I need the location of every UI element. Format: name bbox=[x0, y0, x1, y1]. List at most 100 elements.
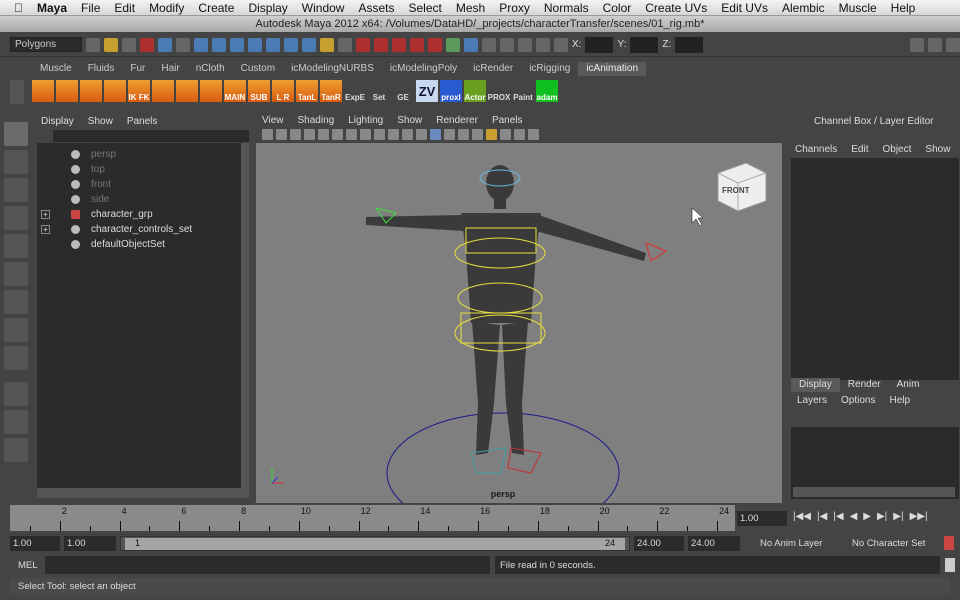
outliner-item-front[interactable]: front bbox=[37, 177, 241, 192]
expand-icon[interactable]: + bbox=[41, 225, 50, 234]
y-field[interactable] bbox=[630, 36, 659, 53]
field-chart-icon[interactable] bbox=[374, 129, 385, 140]
manipulator-tool-icon[interactable] bbox=[4, 290, 28, 314]
shelf-tab-icrender[interactable]: icRender bbox=[465, 62, 521, 76]
z-field[interactable] bbox=[675, 36, 704, 53]
outliner-item-default-object-set[interactable]: defaultObjectSet bbox=[37, 237, 241, 252]
layer-tab-anim[interactable]: Anim bbox=[889, 378, 928, 392]
isolate-icon[interactable] bbox=[500, 129, 511, 140]
input-ops-icon[interactable] bbox=[446, 37, 460, 52]
shelf-tab-fluids[interactable]: Fluids bbox=[80, 62, 123, 76]
magnet-icon[interactable] bbox=[428, 37, 442, 52]
lasso-tool-icon[interactable] bbox=[4, 150, 28, 174]
menu-alembic[interactable]: Alembic bbox=[782, 1, 825, 15]
outliner-item-side[interactable]: side bbox=[37, 192, 241, 207]
mel-input[interactable] bbox=[45, 556, 490, 574]
anim-layer-dropdown[interactable]: No Anim Layer bbox=[760, 538, 822, 549]
lights-icon[interactable] bbox=[458, 129, 469, 140]
layer-scrollbar[interactable] bbox=[793, 487, 955, 497]
open-scene-icon[interactable] bbox=[104, 37, 118, 52]
menu-mesh[interactable]: Mesh bbox=[456, 1, 485, 15]
menu-normals[interactable]: Normals bbox=[544, 1, 589, 15]
shelf-menu-button[interactable] bbox=[10, 80, 24, 104]
shelf-tab-icmodelingpoly[interactable]: icModelingPoly bbox=[382, 62, 465, 76]
menu-modify[interactable]: Modify bbox=[149, 1, 184, 15]
channel-menu-object[interactable]: Object bbox=[883, 143, 912, 157]
lock-icon[interactable] bbox=[320, 37, 334, 52]
shelf-tab-icrigging[interactable]: icRigging bbox=[521, 62, 578, 76]
snap-view-icon[interactable] bbox=[284, 37, 298, 52]
expand-icon[interactable]: + bbox=[41, 210, 50, 219]
shelf-tab-ncloth[interactable]: nCloth bbox=[188, 62, 233, 76]
range-bar[interactable]: 1 24 bbox=[125, 538, 625, 550]
shelf-button-set[interactable]: Set bbox=[368, 80, 390, 102]
menu-select[interactable]: Select bbox=[409, 1, 442, 15]
shelf-button-key[interactable] bbox=[152, 80, 174, 102]
layer-menu-help[interactable]: Help bbox=[889, 394, 910, 408]
viewport-menu-show[interactable]: Show bbox=[397, 114, 422, 128]
shelf-button-select-all[interactable] bbox=[56, 80, 78, 102]
save-scene-icon[interactable] bbox=[122, 37, 136, 52]
menu-file[interactable]: File bbox=[81, 1, 100, 15]
bookmark-icon[interactable] bbox=[290, 129, 301, 140]
play-forwards-icon[interactable]: ▶ bbox=[863, 511, 871, 522]
mel-label[interactable]: MEL bbox=[18, 560, 38, 571]
output-ops-icon[interactable] bbox=[464, 37, 478, 52]
film-gate-icon[interactable] bbox=[332, 129, 343, 140]
channel-menu-show[interactable]: Show bbox=[925, 143, 950, 157]
step-forward-key-icon[interactable]: ▶| bbox=[877, 511, 887, 522]
shelf-button-ge[interactable]: GE bbox=[392, 80, 414, 102]
menu-proxy[interactable]: Proxy bbox=[499, 1, 530, 15]
outliner-item-top[interactable]: top bbox=[37, 162, 241, 177]
range-slider[interactable]: 1 24 bbox=[120, 536, 630, 551]
current-frame-field[interactable]: 1.00 bbox=[737, 511, 787, 526]
rotate-tool-icon[interactable] bbox=[4, 234, 28, 258]
snap-point-icon[interactable] bbox=[230, 37, 244, 52]
menu-set-dropdown[interactable]: Polygons bbox=[10, 37, 82, 52]
shelf-button-expe[interactable]: ExpE bbox=[344, 80, 366, 102]
select-component-icon[interactable] bbox=[176, 37, 190, 52]
shelf-tab-muscle[interactable]: Muscle bbox=[32, 62, 80, 76]
channel-menu-edit[interactable]: Edit bbox=[851, 143, 868, 157]
snap-live-icon[interactable] bbox=[266, 37, 280, 52]
end-time-field[interactable]: 24.00 bbox=[688, 536, 740, 551]
shelf-button-paint[interactable]: Paint bbox=[512, 80, 534, 102]
x-field[interactable] bbox=[585, 36, 614, 53]
four-view-layout-icon[interactable] bbox=[4, 410, 28, 434]
scale-tool-icon[interactable] bbox=[4, 262, 28, 286]
step-forward-frame-icon[interactable]: ▶| bbox=[893, 511, 903, 522]
menu-create-uvs[interactable]: Create UVs bbox=[645, 1, 707, 15]
menu-edit-uvs[interactable]: Edit UVs bbox=[721, 1, 768, 15]
attribute-editor-icon[interactable] bbox=[910, 37, 924, 52]
layer-tab-display[interactable]: Display bbox=[791, 378, 840, 392]
channel-menu-channels[interactable]: Channels bbox=[795, 143, 837, 157]
shelf-button-sub[interactable]: SUB bbox=[248, 80, 270, 102]
new-scene-icon[interactable] bbox=[86, 37, 100, 52]
time-slider[interactable]: 2 4 6 8 10 12 14 16 18 20 22 24 bbox=[10, 505, 735, 531]
safe-title-icon[interactable] bbox=[402, 129, 413, 140]
sphere-icon[interactable] bbox=[536, 37, 550, 52]
render-settings-icon[interactable] bbox=[392, 37, 406, 52]
menu-window[interactable]: Window bbox=[302, 1, 345, 15]
menu-edit[interactable]: Edit bbox=[114, 1, 135, 15]
layer-menu-layers[interactable]: Layers bbox=[797, 394, 827, 408]
shadows-icon[interactable] bbox=[472, 129, 483, 140]
render-icon[interactable] bbox=[356, 37, 370, 52]
menu-create[interactable]: Create bbox=[198, 1, 234, 15]
snap-curve-icon[interactable] bbox=[212, 37, 226, 52]
shelf-button-tanr[interactable]: TanR bbox=[320, 80, 342, 102]
menu-color[interactable]: Color bbox=[603, 1, 632, 15]
construction-history-icon[interactable] bbox=[338, 37, 352, 52]
apple-icon[interactable]:  bbox=[14, 1, 23, 15]
viewport-menu-renderer[interactable]: Renderer bbox=[436, 114, 478, 128]
shelf-tab-icanimation[interactable]: icAnimation bbox=[578, 62, 647, 76]
shelf-tab-hair[interactable]: Hair bbox=[153, 62, 187, 76]
shelf-button-zv[interactable]: ZV bbox=[416, 80, 438, 102]
select-hierarchy-icon[interactable] bbox=[140, 37, 154, 52]
viewport-menu-view[interactable]: View bbox=[262, 114, 284, 128]
xray-icon[interactable] bbox=[486, 129, 497, 140]
snap-plane-icon[interactable] bbox=[248, 37, 262, 52]
snap-grid-icon[interactable] bbox=[194, 37, 208, 52]
shelf-button-reset[interactable] bbox=[104, 80, 126, 102]
outliner-filter-field[interactable] bbox=[53, 130, 249, 142]
